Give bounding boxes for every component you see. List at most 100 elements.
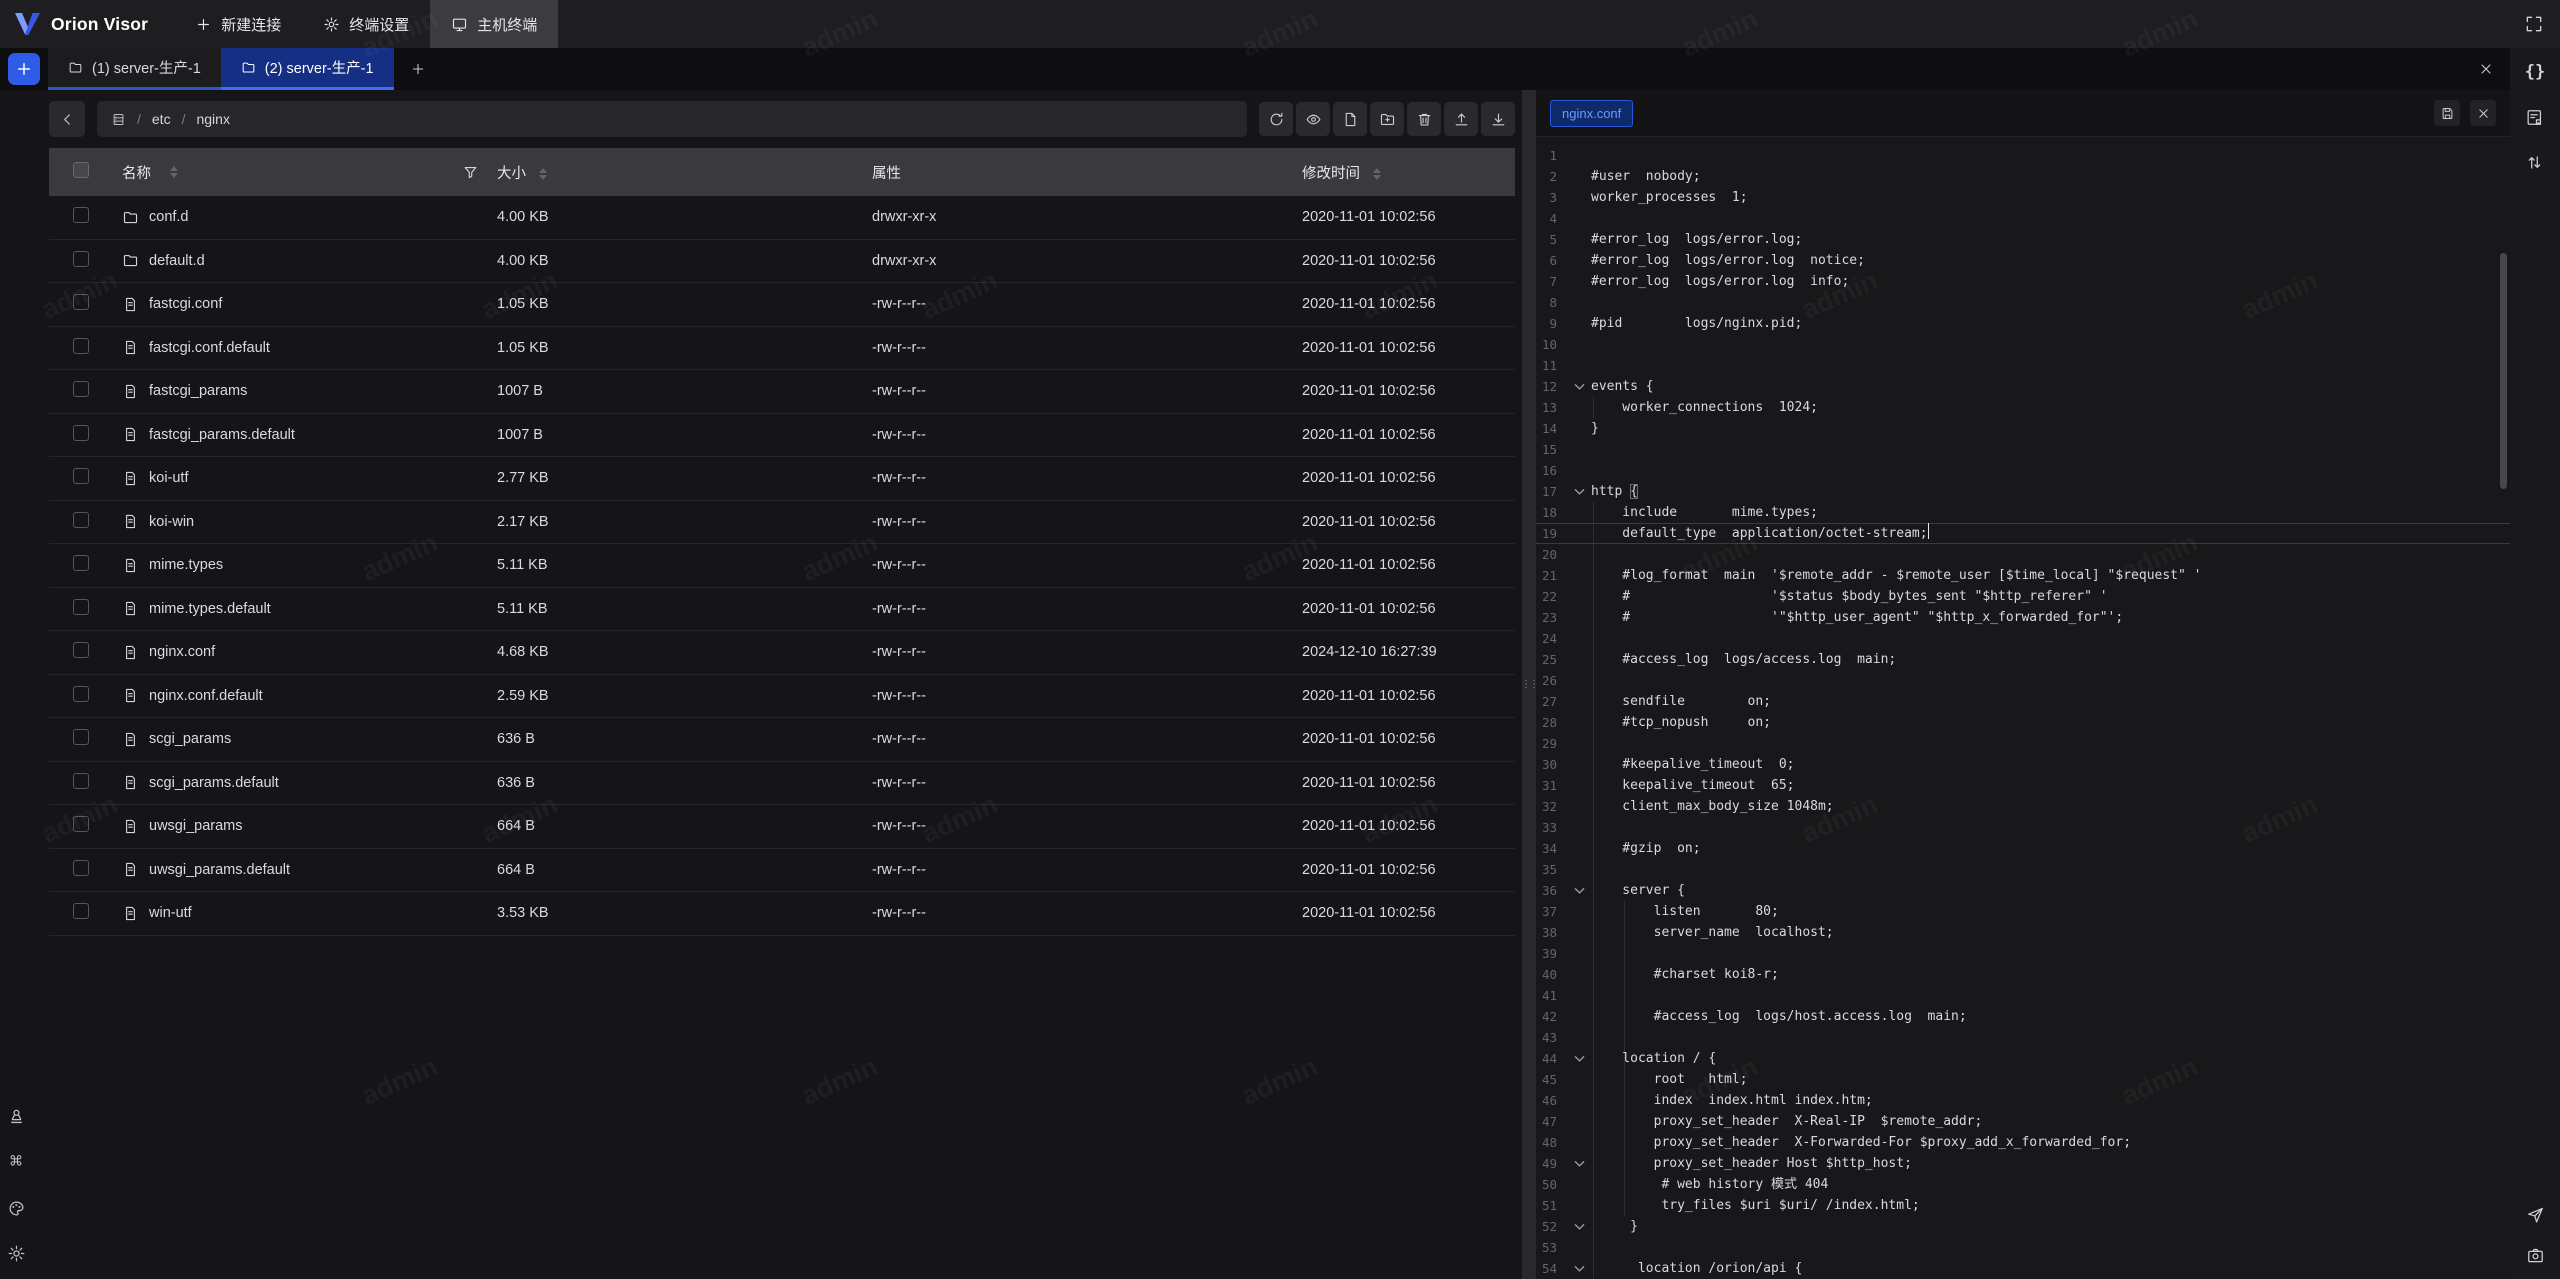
new-terminal-button[interactable] (8, 53, 40, 85)
file-name[interactable]: mime.types.default (149, 601, 271, 617)
table-row[interactable]: koi-win2.17 KB-rw-r--r--2020-11-01 10:02… (49, 501, 1515, 545)
code-line[interactable]: 35 (1536, 859, 2510, 880)
add-tab-button[interactable] (410, 61, 426, 77)
file-name[interactable]: fastcgi_params (149, 383, 247, 399)
table-row[interactable]: default.d4.00 KBdrwxr-xr-x2020-11-01 10:… (49, 240, 1515, 284)
code-line[interactable]: 19 default_type application/octet-stream… (1536, 523, 2510, 544)
code-line[interactable]: 6#error_log logs/error.log notice; (1536, 250, 2510, 271)
row-checkbox[interactable] (73, 425, 89, 441)
row-checkbox[interactable] (73, 816, 89, 832)
table-row[interactable]: win-utf3.53 KB-rw-r--r--2020-11-01 10:02… (49, 892, 1515, 936)
code-line[interactable]: 1 (1536, 145, 2510, 166)
fullscreen-icon[interactable] (2524, 14, 2544, 34)
code-line[interactable]: 38 server_name localhost; (1536, 922, 2510, 943)
fold-chevron-icon[interactable] (1557, 1048, 1591, 1069)
code-line[interactable]: 2#user nobody; (1536, 166, 2510, 187)
breadcrumb-segment-nginx[interactable]: nginx (196, 111, 229, 127)
code-line[interactable]: 33 (1536, 817, 2510, 838)
file-name[interactable]: conf.d (149, 209, 189, 225)
code-line[interactable]: 9#pid logs/nginx.pid; (1536, 313, 2510, 334)
code-line[interactable]: 8 (1536, 292, 2510, 313)
row-checkbox[interactable] (73, 773, 89, 789)
code-line[interactable]: 26 (1536, 670, 2510, 691)
table-row[interactable]: koi-utf2.77 KB-rw-r--r--2020-11-01 10:02… (49, 457, 1515, 501)
code-line[interactable]: 23 # '"$http_user_agent" "$http_x_forwar… (1536, 607, 2510, 628)
fold-chevron-icon[interactable] (1557, 1216, 1591, 1237)
code-line[interactable]: 43 (1536, 1027, 2510, 1048)
code-editor[interactable]: 12#user nobody;3worker_processes 1;45#er… (1536, 137, 2510, 1279)
file-name[interactable]: fastcgi.conf (149, 296, 222, 312)
code-line[interactable]: 44 location / { (1536, 1048, 2510, 1069)
row-checkbox[interactable] (73, 555, 89, 571)
row-checkbox[interactable] (73, 251, 89, 267)
column-header-name[interactable]: 名称 (122, 162, 151, 183)
back-button[interactable] (49, 101, 85, 137)
code-line[interactable]: 25 #access_log logs/access.log main; (1536, 649, 2510, 670)
code-line[interactable]: 46 index index.html index.htm; (1536, 1090, 2510, 1111)
row-checkbox[interactable] (73, 642, 89, 658)
menu-new-connection[interactable]: 新建连接 (174, 0, 302, 48)
table-row[interactable]: conf.d4.00 KBdrwxr-xr-x2020-11-01 10:02:… (49, 196, 1515, 240)
row-checkbox[interactable] (73, 468, 89, 484)
code-line[interactable]: 50 # web history 模式 404 (1536, 1174, 2510, 1195)
code-line[interactable]: 21 #log_format main '$remote_addr - $rem… (1536, 565, 2510, 586)
send-icon[interactable] (2526, 1205, 2545, 1224)
file-name[interactable]: nginx.conf (149, 644, 215, 660)
select-all-checkbox[interactable] (73, 162, 89, 178)
save-icon[interactable] (2434, 100, 2460, 126)
table-row[interactable]: uwsgi_params.default664 B-rw-r--r--2020-… (49, 849, 1515, 893)
close-icon[interactable] (2478, 61, 2494, 77)
code-line[interactable]: 53 (1536, 1237, 2510, 1258)
code-line[interactable]: 24 (1536, 628, 2510, 649)
braces-icon[interactable]: {} (2525, 62, 2545, 82)
code-line[interactable]: 27 sendfile on; (1536, 691, 2510, 712)
table-row[interactable]: nginx.conf.default2.59 KB-rw-r--r--2020-… (49, 675, 1515, 719)
row-checkbox[interactable] (73, 294, 89, 310)
table-row[interactable]: mime.types5.11 KB-rw-r--r--2020-11-01 10… (49, 544, 1515, 588)
file-name[interactable]: scgi_params.default (149, 775, 279, 791)
code-line[interactable]: 14} (1536, 418, 2510, 439)
settings-gear-icon[interactable] (7, 1244, 26, 1263)
sort-icon[interactable] (539, 168, 547, 180)
column-header-size[interactable]: 大小 (497, 166, 526, 182)
fold-chevron-icon[interactable] (1557, 1153, 1591, 1174)
tab-server-1[interactable]: (1) server-生产-1 (48, 48, 221, 90)
file-check-icon[interactable] (2525, 108, 2544, 127)
menu-terminal-settings[interactable]: 终端设置 (302, 0, 430, 48)
code-line[interactable]: 42 #access_log logs/host.access.log main… (1536, 1006, 2510, 1027)
code-line[interactable]: 4 (1536, 208, 2510, 229)
code-line[interactable]: 48 proxy_set_header X-Forwarded-For $pro… (1536, 1132, 2510, 1153)
sort-icon[interactable] (1373, 168, 1381, 180)
code-line[interactable]: 13 worker_connections 1024; (1536, 397, 2510, 418)
code-line[interactable]: 16 (1536, 460, 2510, 481)
tab-server-2[interactable]: (2) server-生产-1 (221, 48, 394, 90)
file-name[interactable]: win-utf (149, 905, 192, 921)
open-file-tag[interactable]: nginx.conf (1550, 100, 1633, 127)
file-name[interactable]: scgi_params (149, 731, 231, 747)
breadcrumb-segment-etc[interactable]: etc (152, 111, 171, 127)
file-name[interactable]: uwsgi_params.default (149, 862, 290, 878)
code-line[interactable]: 20 (1536, 544, 2510, 565)
code-line[interactable]: 30 #keepalive_timeout 0; (1536, 754, 2510, 775)
table-row[interactable]: scgi_params636 B-rw-r--r--2020-11-01 10:… (49, 718, 1515, 762)
menu-host-terminal[interactable]: 主机终端 (430, 0, 558, 48)
fold-chevron-icon[interactable] (1557, 1258, 1591, 1279)
code-line[interactable]: 3worker_processes 1; (1536, 187, 2510, 208)
code-line[interactable]: 41 (1536, 985, 2510, 1006)
panel-resize-handle[interactable]: ⋮⋮ (1522, 90, 1536, 1279)
row-checkbox[interactable] (73, 599, 89, 615)
trash-icon[interactable] (1407, 102, 1441, 136)
file-name[interactable]: koi-win (149, 514, 194, 530)
file-name[interactable]: fastcgi.conf.default (149, 340, 270, 356)
table-row[interactable]: scgi_params.default636 B-rw-r--r--2020-1… (49, 762, 1515, 806)
code-line[interactable]: 37 listen 80; (1536, 901, 2510, 922)
code-line[interactable]: 36 server { (1536, 880, 2510, 901)
file-name[interactable]: nginx.conf.default (149, 688, 263, 704)
fold-chevron-icon[interactable] (1557, 376, 1591, 397)
code-line[interactable]: 18 include mime.types; (1536, 502, 2510, 523)
table-row[interactable]: fastcgi.conf.default1.05 KB-rw-r--r--202… (49, 327, 1515, 371)
row-checkbox[interactable] (73, 729, 89, 745)
code-line[interactable]: 54 location /orion/api { (1536, 1258, 2510, 1279)
new-file-icon[interactable] (1333, 102, 1367, 136)
file-name[interactable]: mime.types (149, 557, 223, 573)
